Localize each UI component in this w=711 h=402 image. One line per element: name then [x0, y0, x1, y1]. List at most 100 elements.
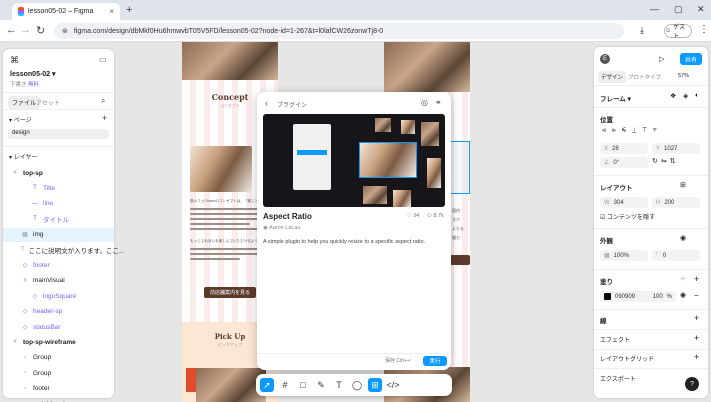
- zoom-level[interactable]: 57%: [678, 73, 689, 79]
- mask-icon[interactable]: ◈: [683, 92, 688, 100]
- page-item-design[interactable]: design: [8, 129, 109, 139]
- frame-tool-icon[interactable]: #: [278, 378, 292, 392]
- fill-row[interactable]: 090909 100%: [600, 291, 676, 302]
- panel-toggle-icon[interactable]: ▭: [99, 55, 107, 64]
- comment-tool-icon[interactable]: ◯: [350, 378, 364, 392]
- layer-row[interactable]: T タイトル: [3, 212, 114, 226]
- layout-grid-label[interactable]: レイアウトグリッド: [600, 354, 654, 363]
- plugin-author[interactable]: ◉ Aaron LaLau: [263, 225, 301, 231]
- maximize-button[interactable]: ▢: [674, 4, 683, 15]
- text-tool-icon[interactable]: T: [332, 378, 346, 392]
- window-close-button[interactable]: ✕: [697, 4, 705, 15]
- layers-header[interactable]: ▾ レイヤー: [9, 152, 38, 161]
- plugin-description: A simple plugin to help you quickly resi…: [263, 239, 426, 245]
- shape-tool-icon[interactable]: □: [296, 378, 310, 392]
- layer-row[interactable]: ◇ logoSquare: [3, 289, 114, 303]
- add-grid-icon[interactable]: +: [694, 352, 699, 362]
- present-icon[interactable]: ▷: [659, 55, 664, 63]
- figma-menu-icon[interactable]: ⌘: [10, 55, 19, 66]
- minimize-button[interactable]: —: [650, 4, 659, 14]
- fill-style-icon[interactable]: ⁘: [680, 275, 686, 283]
- layer-row[interactable]: ◇ footer: [3, 258, 114, 272]
- preview-photo-3: [421, 122, 439, 146]
- download-icon[interactable]: ⤓: [640, 25, 644, 36]
- layer-row[interactable]: ▫ Group: [3, 366, 114, 380]
- pages-header[interactable]: ▾ ページ: [9, 115, 32, 124]
- flip-icons[interactable]: ↻⇋⇅: [652, 157, 679, 165]
- layer-row[interactable]: # mainVisual: [3, 274, 114, 288]
- file-name[interactable]: lesson05-02 ▾: [10, 70, 56, 78]
- new-tab-button[interactable]: +: [126, 4, 132, 16]
- export-label[interactable]: エクスポート: [600, 374, 636, 383]
- layer-row[interactable]: ◇ statusBar: [3, 320, 114, 334]
- pen-tool-icon[interactable]: ✎: [314, 378, 328, 392]
- dev-mode-icon[interactable]: </>: [386, 378, 400, 392]
- radius-value: 0: [662, 252, 667, 259]
- right-text-3: よりる: [452, 226, 464, 231]
- layer-row[interactable]: ▫ footer: [3, 382, 114, 396]
- url-input[interactable]: ⊜ figma.com/design/dbMkf0Hu6hmwvbT05V5FD…: [54, 23, 624, 39]
- width-field[interactable]: W 304: [600, 197, 648, 208]
- search-icon[interactable]: ⌕: [101, 96, 105, 106]
- align-buttons[interactable]: ⫷⫸⫹⊥⊤⫧: [602, 127, 663, 135]
- layer-row[interactable]: ◇ header-sp: [3, 305, 114, 319]
- actions-tool-icon[interactable]: ⊞: [368, 378, 382, 392]
- boolean-icon[interactable]: ◐: [695, 92, 699, 99]
- preview-photo-5: [363, 186, 387, 204]
- radius-field[interactable]: ⌜ 0: [652, 250, 700, 261]
- site-info-icon[interactable]: ⊜: [62, 27, 68, 35]
- effects-label[interactable]: エフェクト: [600, 335, 630, 344]
- add-stroke-icon[interactable]: +: [694, 313, 699, 323]
- forward-arrow-icon[interactable]: →: [20, 24, 31, 36]
- run-button[interactable]: 実行: [423, 356, 447, 366]
- add-fill-icon[interactable]: +: [694, 274, 699, 284]
- globe-icon[interactable]: ◎: [421, 98, 428, 107]
- layer-type-icon: T: [33, 216, 37, 223]
- auto-layout-icon[interactable]: ⊞: [680, 181, 686, 189]
- browser-tab[interactable]: lesson05-02 – Figma ×: [12, 3, 120, 20]
- component-icon[interactable]: ❖: [670, 92, 676, 100]
- layer-type-icon: ▫: [23, 385, 27, 392]
- tab-design[interactable]: デザイン: [598, 71, 627, 83]
- remove-fill-icon[interactable]: −: [694, 291, 699, 300]
- add-page-icon[interactable]: +: [102, 113, 107, 123]
- back-chevron-icon[interactable]: ‹: [265, 98, 268, 108]
- clip-content-checkbox[interactable]: ☑ コンテンツを隠す: [600, 212, 655, 221]
- opacity-field[interactable]: ▦ 100%: [600, 250, 648, 261]
- frame-dropdown[interactable]: フレーム ▾: [600, 93, 631, 103]
- store-guide-button-right[interactable]: [450, 255, 470, 265]
- layer-row[interactable]: ▫mainVisual: [3, 397, 114, 402]
- link-icon[interactable]: ⚭: [435, 98, 442, 107]
- rotation-field[interactable]: ∠ 0°: [600, 157, 648, 168]
- browser-menu-icon[interactable]: ⋮: [699, 24, 709, 35]
- layer-row[interactable]: ▦ img: [3, 227, 114, 242]
- layer-label: top-sp: [23, 169, 43, 177]
- fill-pct: %: [666, 293, 672, 300]
- back-arrow-icon[interactable]: ←: [6, 24, 17, 36]
- share-button[interactable]: 共有: [680, 53, 702, 65]
- tab-assets[interactable]: アセット: [36, 98, 60, 107]
- layer-row[interactable]: ▫ Group: [3, 351, 114, 365]
- layer-row[interactable]: T Title: [3, 181, 114, 195]
- avatar[interactable]: E: [600, 54, 610, 64]
- guest-profile-button[interactable]: ☺ ゲスト: [664, 24, 692, 40]
- layer-row[interactable]: # top-sp-wireframe: [3, 335, 114, 349]
- x-field[interactable]: X 28: [600, 143, 648, 154]
- layer-row[interactable]: — line: [3, 197, 114, 211]
- layer-row[interactable]: T ここに説明文が入ります。ここ...: [3, 243, 124, 257]
- store-guide-button[interactable]: 前店舗案内を見る: [204, 287, 256, 298]
- move-tool-icon[interactable]: ➚: [260, 378, 274, 392]
- fill-swatch[interactable]: [604, 293, 611, 300]
- divider: [257, 353, 451, 354]
- reload-icon[interactable]: ↻: [36, 24, 45, 37]
- help-button[interactable]: ?: [685, 377, 699, 391]
- y-field[interactable]: Y 1027: [652, 143, 700, 154]
- layer-row[interactable]: # top-sp: [3, 166, 114, 180]
- tab-prototype[interactable]: プロトタイプ: [628, 73, 661, 81]
- add-effect-icon[interactable]: +: [694, 333, 699, 343]
- visibility-icon[interactable]: ◉: [680, 234, 686, 242]
- height-field[interactable]: H 200: [652, 197, 700, 208]
- tab-close-icon[interactable]: ×: [109, 7, 114, 16]
- fill-visibility-icon[interactable]: ◉: [680, 291, 686, 299]
- save-button[interactable]: 保存 Ctrl+↵: [385, 357, 411, 364]
